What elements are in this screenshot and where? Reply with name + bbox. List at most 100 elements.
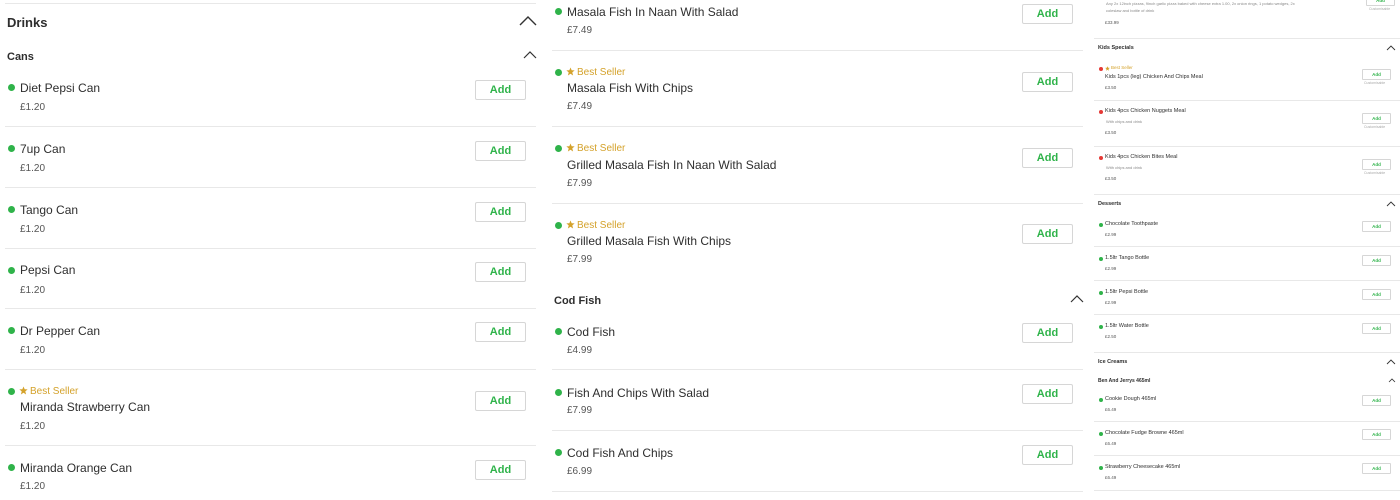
item-price: £1.20 [20, 285, 46, 296]
customisable-label: Customisable [1364, 125, 1386, 129]
add-button[interactable]: Add [1362, 113, 1391, 124]
star-icon [1105, 66, 1110, 71]
item-price: £4.99 [567, 345, 593, 356]
item-name: Chocolate Toothpaste [1105, 221, 1159, 227]
item-price: £2.99 [1105, 300, 1117, 305]
item-price: £6.99 [567, 466, 593, 477]
item-price: £1.20 [20, 163, 46, 174]
item-name: Masala Fish In Naan With Salad [567, 5, 739, 19]
chevron-up-icon[interactable] [519, 14, 537, 26]
divider [1094, 38, 1400, 39]
divider [5, 369, 536, 370]
chevron-up-icon[interactable] [1386, 44, 1396, 51]
item-price: £7.49 [567, 25, 593, 36]
add-button[interactable]: Add [475, 202, 526, 222]
item-price: £33.99 [1105, 20, 1119, 25]
add-button[interactable]: Add [1362, 289, 1391, 300]
item-name: Miranda Strawberry Can [20, 400, 151, 414]
add-button[interactable]: Add [475, 460, 526, 480]
add-button[interactable]: Add [1022, 323, 1073, 343]
best-seller-badge: Best Seller [1111, 65, 1133, 70]
subcategory-title: Ben And Jerrys 465ml [1098, 378, 1151, 384]
item-price: £6.49 [1105, 441, 1117, 446]
item-price: £1.20 [20, 421, 46, 432]
item-name: Kids 4pcs Chicken Nuggets Meal [1105, 108, 1186, 114]
veg-dot-icon [8, 145, 15, 152]
divider [1094, 352, 1400, 353]
veg-dot-icon [1099, 398, 1103, 402]
add-button[interactable]: Add [475, 322, 526, 342]
add-button[interactable]: Add [1022, 224, 1073, 244]
add-button[interactable]: Add [1022, 384, 1073, 404]
veg-dot-icon [555, 69, 562, 76]
veg-dot-icon [1099, 325, 1103, 329]
chevron-up-icon[interactable] [1386, 358, 1396, 365]
item-name: Grilled Masala Fish In Naan With Salad [567, 158, 777, 172]
item-description: With chips and drink [1106, 165, 1143, 170]
veg-dot-icon [1099, 466, 1103, 470]
chevron-up-icon[interactable] [1386, 200, 1396, 207]
add-button[interactable]: Add [475, 80, 526, 100]
item-price: £3.50 [1105, 85, 1117, 90]
item-name: Miranda Orange Can [20, 461, 133, 475]
veg-dot-icon [1099, 432, 1103, 436]
best-seller-badge: Best Seller [577, 220, 626, 231]
veg-dot-icon [555, 222, 562, 229]
add-button[interactable]: Add [1362, 395, 1391, 406]
veg-dot-icon [8, 464, 15, 471]
chevron-up-icon[interactable] [1388, 377, 1396, 383]
add-button[interactable]: Add [1362, 159, 1391, 170]
add-button[interactable]: Add [1362, 429, 1391, 440]
item-description: coleslaw and bottle of drink [1106, 8, 1155, 13]
category-title-ice-creams: Ice Creams [1098, 359, 1128, 365]
drinks-column: Drinks Cans Diet Pepsi Can £1.20 Add 7up… [0, 0, 543, 500]
add-button[interactable]: Add [1022, 445, 1073, 465]
divider [5, 126, 536, 127]
divider [1094, 146, 1400, 147]
veg-dot-icon [555, 449, 562, 456]
item-name: Strawberry Cheesecake 465ml [1105, 464, 1181, 470]
veg-dot-icon [8, 206, 15, 213]
item-name: Chocolate Fudge Browne 465ml [1105, 430, 1184, 436]
category-title-cod-fish: Cod Fish [554, 295, 602, 307]
add-button[interactable]: Add [1362, 69, 1391, 80]
divider [1094, 421, 1400, 422]
item-price: £1.20 [20, 481, 46, 492]
veg-dot-icon [8, 267, 15, 274]
divider [5, 445, 536, 446]
add-button[interactable]: Add [475, 391, 526, 411]
veg-dot-icon [8, 327, 15, 334]
item-name: Kids 4pcs Chicken Bites Meal [1105, 154, 1178, 160]
nonveg-dot-icon [1099, 156, 1103, 160]
category-title-kids-specials: Kids Specials [1098, 45, 1134, 51]
add-button[interactable]: Add [1362, 463, 1391, 474]
divider [1094, 194, 1400, 195]
add-button[interactable]: Add [1362, 255, 1391, 266]
divider [552, 50, 1083, 51]
add-button[interactable]: Add [1022, 4, 1073, 24]
add-button[interactable]: Add [475, 141, 526, 161]
add-button[interactable]: Add [1022, 72, 1073, 92]
chevron-up-icon[interactable] [1070, 293, 1084, 303]
nonveg-dot-icon [1099, 110, 1103, 114]
add-button[interactable]: Add [1366, 0, 1395, 6]
add-button[interactable]: Add [475, 262, 526, 282]
divider [5, 248, 536, 249]
item-price: £6.49 [1105, 475, 1117, 480]
add-button[interactable]: Add [1362, 221, 1391, 232]
divider [552, 369, 1083, 370]
veg-dot-icon [555, 8, 562, 15]
veg-dot-icon [8, 388, 15, 395]
item-name: Cod Fish [567, 325, 616, 339]
item-name: Masala Fish With Chips [567, 81, 694, 95]
add-button[interactable]: Add [1362, 323, 1391, 334]
item-name: 1.5ltr Tango Bottle [1105, 255, 1150, 261]
divider [5, 308, 536, 309]
divider [552, 203, 1083, 204]
add-button[interactable]: Add [1022, 148, 1073, 168]
item-name: Diet Pepsi Can [20, 81, 101, 95]
item-name: Fish And Chips With Salad [567, 386, 710, 400]
item-name: Dr Pepper Can [20, 324, 101, 338]
chevron-up-icon[interactable] [523, 49, 537, 59]
item-description: Any 2x 12inch pizzas, 9inch garlic pizza… [1106, 1, 1295, 6]
